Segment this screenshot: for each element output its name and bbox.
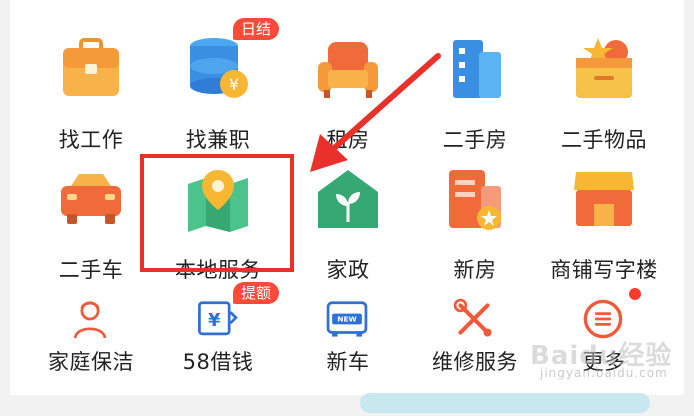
bottom-banner [360,393,650,413]
building-icon [453,40,501,98]
highlight-box [140,154,294,272]
car-icon [61,174,121,224]
tile-label: 二手物品 [561,128,647,152]
tile-label: 新房 [453,258,497,282]
svg-text:¥: ¥ [208,311,221,331]
tile-housekeeping[interactable]: 家政 [283,166,413,286]
tile-label: 58借钱 [182,350,254,374]
svg-text:NEW: NEW [337,315,357,324]
tile-used-car[interactable]: 二手车 [26,166,156,286]
tile-find-parttime[interactable]: ¥ 日结 找兼职 [153,18,283,156]
gift-box-icon [576,38,632,98]
cleaner-person-icon [73,301,107,339]
tile-label: 二手车 [58,258,124,282]
tile-label: 找兼职 [185,128,251,152]
svg-text:¥: ¥ [229,75,239,94]
storefront-icon [574,172,634,226]
new-car-icon: NEW [326,301,368,337]
wrench-screwdriver-icon [453,298,492,337]
tile-label: 家庭保洁 [48,350,134,374]
coin-stack-icon: ¥ [190,38,248,98]
tile-label: 新车 [326,350,370,374]
tile-secondhand-house[interactable]: 二手房 [410,36,540,156]
notification-dot [629,288,641,300]
tile-find-job[interactable]: 找工作 [26,36,156,156]
house-plant-icon [318,170,378,228]
sofa-icon [318,42,378,98]
tile-new-house[interactable]: 新房 [410,166,540,286]
watermark-url: jingyan.baidu.com [540,366,668,380]
tile-label: 维修服务 [432,350,518,374]
new-building-icon [449,170,501,230]
tile-label: 二手房 [442,128,508,152]
tile-rent[interactable]: 租房 [283,36,413,156]
tile-label: 找工作 [58,128,124,152]
tile-shops-offices[interactable]: 商铺写字楼 [539,166,669,286]
tile-label: 租房 [326,128,370,152]
tile-secondhand-goods[interactable]: 二手物品 [539,36,669,156]
credit-increase-badge: 提额 [233,282,280,304]
tile-label: 家政 [326,258,370,282]
briefcase-icon [63,38,119,96]
daily-pay-badge: 日结 [233,18,280,40]
tile-label: 商铺写字楼 [550,258,658,282]
